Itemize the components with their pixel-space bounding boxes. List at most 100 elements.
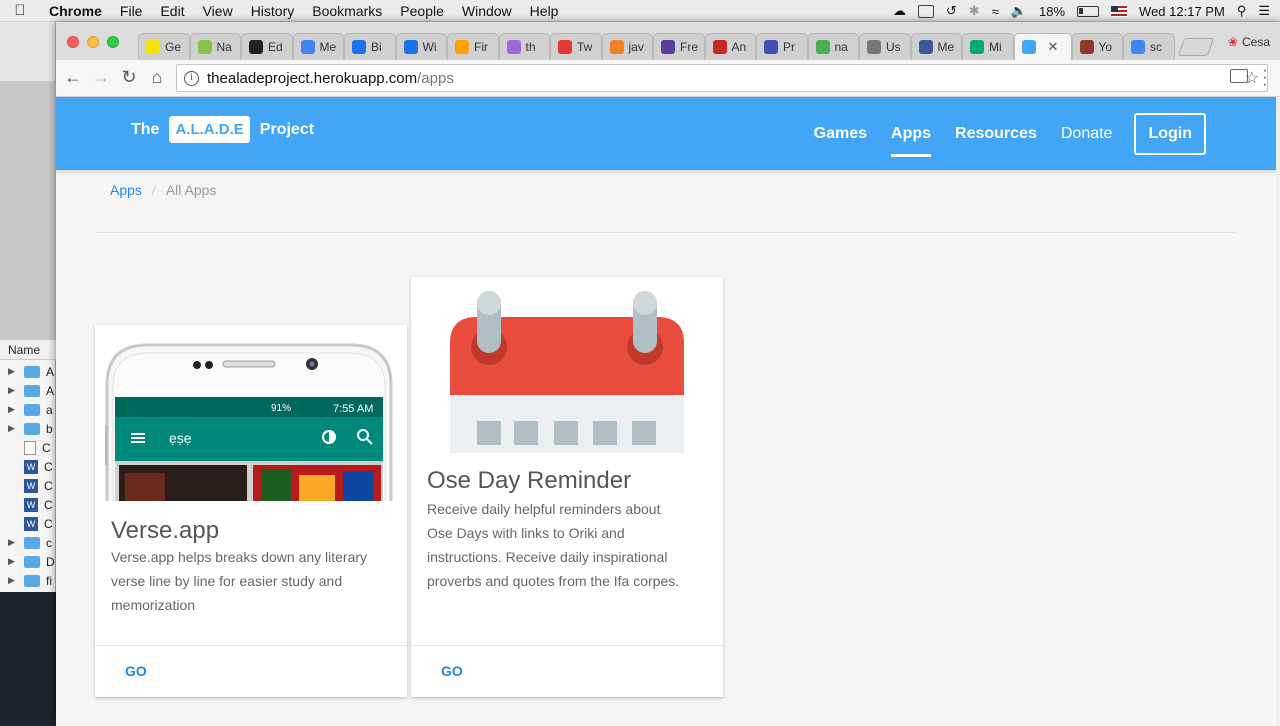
site-brand[interactable]: The A.L.A.D.E Project: [131, 116, 314, 143]
finder-column-header[interactable]: Name: [0, 340, 56, 360]
finder-row[interactable]: ▶ a: [0, 400, 56, 419]
disclosure-triangle-icon[interactable]: ▶: [8, 575, 18, 586]
clock[interactable]: Wed 12:17 PM: [1139, 4, 1225, 19]
nav-games[interactable]: Games: [802, 97, 879, 170]
close-window-button[interactable]: [67, 36, 79, 48]
cloud-icon[interactable]: ☁: [893, 3, 906, 19]
go-button[interactable]: GO: [125, 663, 147, 679]
new-tab-button[interactable]: [1177, 38, 1214, 56]
cast-icon[interactable]: [1230, 69, 1248, 83]
tab-title: Me: [319, 40, 337, 54]
tab-title: jav: [628, 40, 644, 54]
forward-arrow-icon[interactable]: →: [90, 67, 112, 88]
volume-icon[interactable]: 🔈: [1011, 3, 1027, 19]
go-button[interactable]: GO: [441, 663, 463, 679]
finder-row[interactable]: ▶ fi: [0, 571, 56, 590]
reload-icon[interactable]: ↻: [118, 67, 140, 88]
page-scrollbar[interactable]: [1276, 97, 1280, 726]
breadcrumb: Apps / All Apps: [110, 182, 216, 198]
menu-edit[interactable]: Edit: [151, 3, 193, 19]
browser-tab[interactable]: Wi: [395, 33, 447, 60]
browser-tab[interactable]: Yo: [1071, 33, 1123, 60]
time-machine-icon[interactable]: ↺: [946, 3, 957, 19]
finder-row[interactable]: C: [0, 438, 56, 457]
browser-tab[interactable]: An: [704, 33, 756, 60]
input-source-flag-icon[interactable]: [1111, 5, 1128, 17]
finder-row[interactable]: WC: [0, 457, 56, 476]
notification-center-icon[interactable]: ☰: [1258, 3, 1270, 19]
browser-tab[interactable]: Ge: [138, 33, 190, 60]
browser-tab[interactable]: Mi: [962, 33, 1014, 60]
airplay-icon[interactable]: [917, 4, 934, 18]
browser-tab[interactable]: Fir: [447, 33, 499, 60]
bluetooth-icon[interactable]: ✱: [969, 3, 980, 19]
breadcrumb-apps-link[interactable]: Apps: [110, 182, 142, 198]
finder-row[interactable]: ▶ b: [0, 419, 56, 438]
disclosure-triangle-icon[interactable]: ▶: [8, 404, 18, 415]
menu-help[interactable]: Help: [521, 3, 568, 19]
card-actions: GO: [95, 645, 407, 697]
login-button[interactable]: Login: [1134, 112, 1206, 155]
finder-row[interactable]: WC: [0, 495, 56, 514]
tab-favicon-icon: [1131, 40, 1145, 54]
browser-tab[interactable]: sc: [1123, 33, 1175, 60]
folder-icon: [24, 574, 40, 587]
nav-donate[interactable]: Donate: [1049, 97, 1125, 170]
chrome-menu-icon[interactable]: · · ·: [1262, 63, 1268, 93]
site-info-icon[interactable]: i: [184, 70, 199, 86]
finder-row[interactable]: WC: [0, 476, 56, 495]
browser-tab[interactable]: Me: [292, 33, 344, 60]
browser-tab[interactable]: Na: [189, 33, 241, 60]
zoom-window-button[interactable]: [107, 36, 119, 48]
disclosure-triangle-icon[interactable]: ▶: [8, 423, 18, 434]
profile-button[interactable]: ❀ Cesa: [1228, 35, 1270, 49]
browser-tab[interactable]: th: [498, 33, 550, 60]
wifi-icon[interactable]: ≈: [992, 4, 999, 19]
tab-active[interactable]: ✕: [1013, 33, 1072, 60]
minimize-window-button[interactable]: [87, 36, 99, 48]
address-bar[interactable]: i thealadeproject.herokuapp.com/apps ☆: [176, 64, 1268, 92]
battery-percent: 18%: [1039, 3, 1066, 19]
nav-apps[interactable]: Apps: [879, 97, 943, 170]
finder-row[interactable]: ▶ D: [0, 552, 56, 571]
finder-row[interactable]: ▶ A: [0, 362, 56, 381]
verse-app-phone-image: 91% 7:55 AM ẹṣẹ: [95, 325, 407, 501]
disclosure-triangle-icon[interactable]: ▶: [8, 366, 18, 377]
folder-icon: [24, 365, 40, 378]
browser-tab[interactable]: Ed: [241, 33, 293, 60]
apple-icon[interactable]: : [0, 2, 40, 19]
battery-icon[interactable]: [1077, 5, 1100, 17]
disclosure-triangle-icon[interactable]: ▶: [8, 537, 18, 548]
spotlight-search-icon[interactable]: ⚲: [1237, 3, 1247, 19]
menu-view[interactable]: View: [194, 3, 242, 19]
browser-tab[interactable]: Tw: [550, 33, 602, 60]
menu-history[interactable]: History: [242, 3, 304, 19]
app-description: Receive daily helpful reminders about Os…: [427, 501, 680, 589]
menu-people[interactable]: People: [391, 3, 453, 19]
tab-favicon-icon: [558, 40, 572, 54]
menu-bookmarks[interactable]: Bookmarks: [303, 3, 391, 19]
disclosure-triangle-icon[interactable]: ▶: [8, 385, 18, 396]
close-tab-icon[interactable]: ✕: [1048, 39, 1059, 55]
tab-favicon-icon: [403, 40, 418, 54]
nav-resources[interactable]: Resources: [943, 97, 1049, 170]
browser-tab[interactable]: Bi: [344, 33, 396, 60]
browser-tab[interactable]: Fre: [653, 33, 705, 60]
browser-tab[interactable]: na: [807, 33, 859, 60]
menu-app-name[interactable]: Chrome: [40, 3, 111, 19]
home-icon[interactable]: ⌂: [146, 67, 168, 88]
finder-row[interactable]: WC: [0, 514, 56, 533]
back-arrow-icon[interactable]: ←: [62, 67, 84, 88]
browser-tab[interactable]: jav: [601, 33, 653, 60]
disclosure-triangle-icon[interactable]: ▶: [8, 556, 18, 567]
tab-favicon-icon: [1079, 40, 1094, 54]
menu-file[interactable]: File: [111, 3, 152, 19]
browser-tab[interactable]: Me: [910, 33, 962, 60]
finder-row[interactable]: ▶ A: [0, 381, 56, 400]
browser-tab[interactable]: Us: [859, 33, 911, 60]
menu-window[interactable]: Window: [453, 3, 521, 19]
word-document-icon: W: [24, 497, 38, 512]
finder-row[interactable]: ▶ c: [0, 533, 56, 552]
browser-tab[interactable]: Pr: [756, 33, 808, 60]
address-url[interactable]: thealadeproject.herokuapp.com/apps: [207, 70, 454, 87]
